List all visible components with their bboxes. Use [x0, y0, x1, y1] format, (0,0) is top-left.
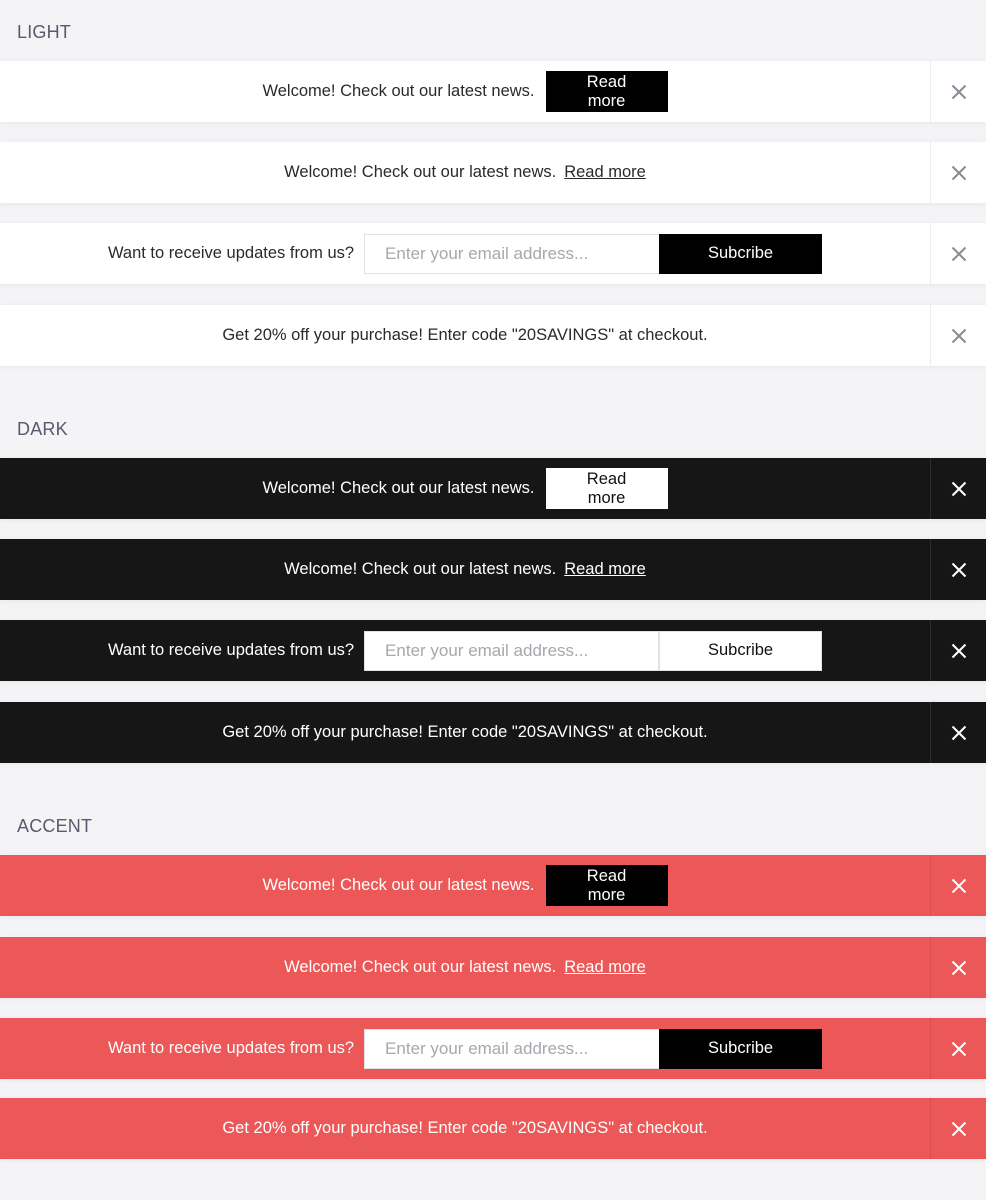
banner-content: Get 20% off your purchase! Enter code "2…: [0, 702, 930, 763]
banner-accent-button: Welcome! Check out our latest news. Read…: [0, 855, 986, 916]
subscribe-button[interactable]: Subcribe: [659, 1028, 823, 1069]
banner-message: Welcome! Check out our latest news.: [262, 479, 535, 497]
banner-accent-promo: Get 20% off your purchase! Enter code "2…: [0, 1098, 986, 1159]
close-button[interactable]: [930, 620, 986, 681]
banner-dark-link: Welcome! Check out our latest news. Read…: [0, 539, 986, 600]
close-icon: [951, 481, 966, 496]
close-button[interactable]: [930, 1018, 986, 1079]
banner-dark-subscribe: Want to receive updates from us? Subcrib…: [0, 620, 986, 681]
close-button[interactable]: [930, 539, 986, 600]
close-icon: [951, 328, 966, 343]
banner-message: Welcome! Check out our latest news.: [284, 958, 557, 976]
subscribe-form: Subcribe: [364, 1028, 823, 1069]
close-button[interactable]: [930, 937, 986, 998]
close-icon: [951, 84, 966, 99]
banner-message: Welcome! Check out our latest news.: [284, 560, 557, 578]
read-more-button[interactable]: Read more: [545, 468, 668, 509]
banner-light-link: Welcome! Check out our latest news. Read…: [0, 142, 986, 203]
section-title-light: LIGHT: [17, 22, 72, 42]
banner-content: Get 20% off your purchase! Enter code "2…: [0, 1098, 930, 1159]
section-title-accent: ACCENT: [17, 816, 93, 836]
banner-message: Want to receive updates from us?: [107, 641, 355, 659]
close-button[interactable]: [930, 142, 986, 203]
banner-message: Want to receive updates from us?: [107, 244, 355, 262]
banner-content: Welcome! Check out our latest news. Read…: [0, 855, 930, 916]
banner-content: Welcome! Check out our latest news. Read…: [0, 61, 930, 122]
subscribe-form: Subcribe: [364, 630, 823, 671]
close-icon: [951, 1121, 966, 1136]
banner-message: Welcome! Check out our latest news.: [284, 163, 557, 181]
close-icon: [951, 960, 966, 975]
banner-message: Get 20% off your purchase! Enter code "2…: [222, 723, 708, 741]
banner-content: Welcome! Check out our latest news. Read…: [0, 539, 930, 600]
email-input[interactable]: [364, 630, 660, 671]
close-button[interactable]: [930, 1098, 986, 1159]
banner-dark-button: Welcome! Check out our latest news. Read…: [0, 458, 986, 519]
banner-content: Welcome! Check out our latest news. Read…: [0, 142, 930, 203]
close-icon: [951, 725, 966, 740]
banner-content: Want to receive updates from us? Subcrib…: [0, 620, 930, 681]
email-input[interactable]: [364, 1028, 660, 1069]
subscribe-form: Subcribe: [364, 233, 823, 274]
close-button[interactable]: [930, 702, 986, 763]
banner-message: Welcome! Check out our latest news.: [262, 82, 535, 100]
close-button[interactable]: [930, 223, 986, 284]
read-more-link[interactable]: Read more: [564, 163, 646, 182]
banner-light-subscribe: Want to receive updates from us? Subcrib…: [0, 223, 986, 284]
banner-dark-promo: Get 20% off your purchase! Enter code "2…: [0, 702, 986, 763]
subscribe-button[interactable]: Subcribe: [659, 630, 823, 671]
close-icon: [951, 1041, 966, 1056]
banner-content: Welcome! Check out our latest news. Read…: [0, 937, 930, 998]
banner-accent-link: Welcome! Check out our latest news. Read…: [0, 937, 986, 998]
close-button[interactable]: [930, 458, 986, 519]
banner-content: Welcome! Check out our latest news. Read…: [0, 458, 930, 519]
close-icon: [951, 643, 966, 658]
banner-content: Want to receive updates from us? Subcrib…: [0, 223, 930, 284]
banner-content: Want to receive updates from us? Subcrib…: [0, 1018, 930, 1079]
subscribe-button[interactable]: Subcribe: [659, 233, 823, 274]
banner-light-button: Welcome! Check out our latest news. Read…: [0, 61, 986, 122]
read-more-link[interactable]: Read more: [564, 958, 646, 977]
email-input[interactable]: [364, 233, 660, 274]
banner-message: Want to receive updates from us?: [107, 1039, 355, 1057]
section-title-dark: DARK: [17, 419, 68, 439]
close-icon: [951, 246, 966, 261]
banner-light-promo: Get 20% off your purchase! Enter code "2…: [0, 305, 986, 366]
read-more-button[interactable]: Read more: [545, 71, 668, 112]
close-icon: [951, 878, 966, 893]
close-button[interactable]: [930, 305, 986, 366]
close-button[interactable]: [930, 61, 986, 122]
banner-message: Get 20% off your purchase! Enter code "2…: [222, 1119, 708, 1137]
banner-message: Welcome! Check out our latest news.: [262, 876, 535, 894]
read-more-button[interactable]: Read more: [545, 865, 668, 906]
close-icon: [951, 165, 966, 180]
banner-content: Get 20% off your purchase! Enter code "2…: [0, 305, 930, 366]
banner-accent-subscribe: Want to receive updates from us? Subcrib…: [0, 1018, 986, 1079]
close-button[interactable]: [930, 855, 986, 916]
close-icon: [951, 562, 966, 577]
read-more-link[interactable]: Read more: [564, 560, 646, 579]
banner-message: Get 20% off your purchase! Enter code "2…: [222, 326, 708, 344]
